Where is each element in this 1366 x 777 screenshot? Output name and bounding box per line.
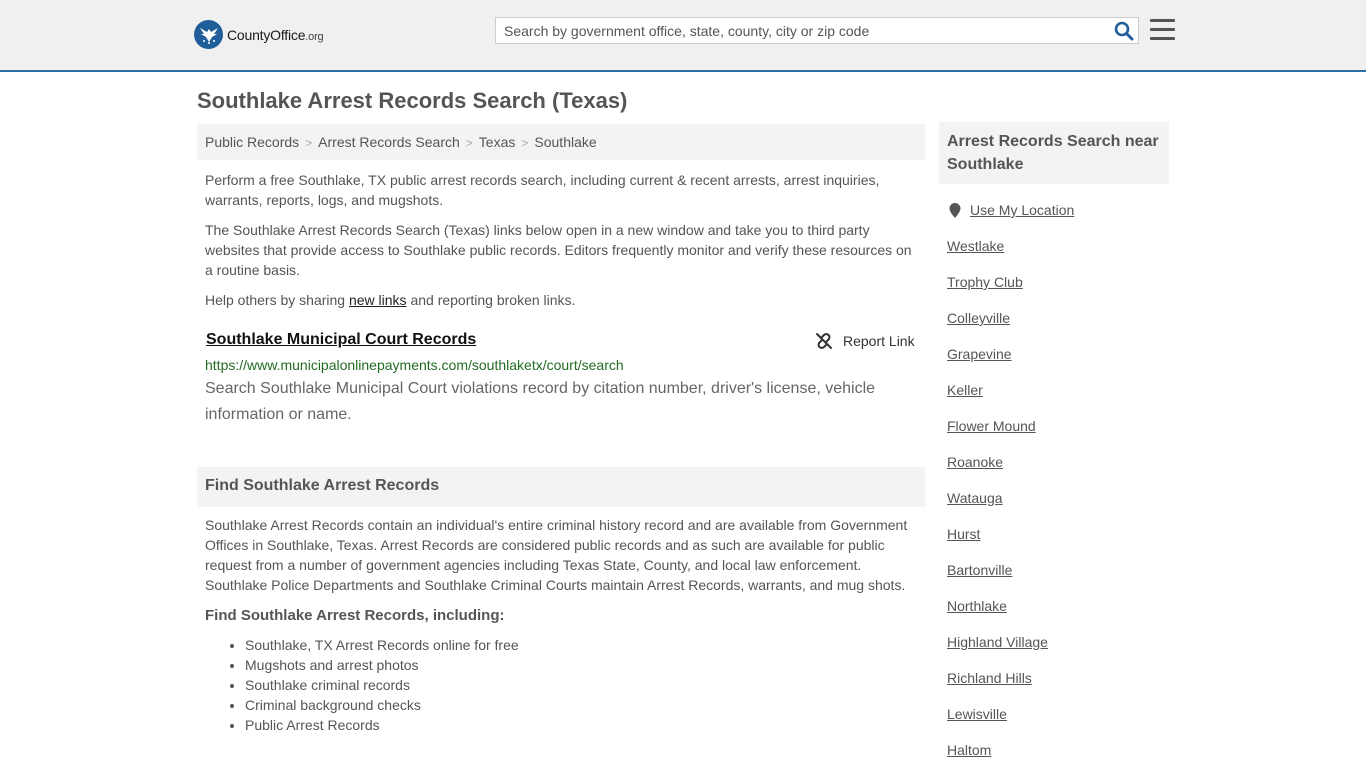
nearby-link-hurst[interactable]: Hurst: [947, 526, 980, 542]
intro-paragraph: Perform a free Southlake, TX public arre…: [205, 172, 880, 208]
list-item: Southlake, TX Arrest Records online for …: [245, 635, 519, 655]
nearby-link-colleyville[interactable]: Colleyville: [947, 310, 1010, 326]
breadcrumb-texas[interactable]: Texas: [479, 134, 516, 150]
nearby-link-haltom[interactable]: Haltom: [947, 742, 991, 758]
nearby-link-grapevine[interactable]: Grapevine: [947, 346, 1012, 362]
use-location: Use My Location: [949, 202, 1074, 218]
nearby-link-highland-village[interactable]: Highland Village: [947, 634, 1048, 650]
chevron-right-icon: >: [521, 136, 529, 150]
record-url: https://www.municipalonlinepayments.com/…: [205, 357, 624, 373]
list-item: Public Arrest Records: [245, 715, 519, 735]
report-link-button[interactable]: Report Link: [815, 332, 915, 350]
list-item: Mugshots and arrest photos: [245, 655, 519, 675]
sidebar-heading: Arrest Records Search near Southlake: [939, 122, 1169, 184]
find-section-subheading: Find Southlake Arrest Records, including…: [205, 607, 505, 624]
report-link-label: Report Link: [843, 333, 915, 349]
nearby-list: Westlake Trophy Club Colleyville Grapevi…: [947, 237, 1048, 777]
disclaimer-paragraph: The Southlake Arrest Records Search (Tex…: [205, 222, 912, 278]
hamburger-menu-icon[interactable]: [1150, 19, 1175, 41]
nearby-link-lewisville[interactable]: Lewisville: [947, 706, 1007, 722]
search-bar: [495, 17, 1139, 44]
nearby-link-richland-hills[interactable]: Richland Hills: [947, 670, 1032, 686]
find-bullet-list: Southlake, TX Arrest Records online for …: [205, 635, 519, 735]
record-title-link[interactable]: Southlake Municipal Court Records: [206, 331, 476, 349]
breadcrumb-arrest-records-search[interactable]: Arrest Records Search: [318, 134, 460, 150]
page-title: Southlake Arrest Records Search (Texas): [197, 88, 628, 113]
nearby-link-westlake[interactable]: Westlake: [947, 238, 1004, 254]
list-item: Southlake criminal records: [245, 675, 519, 695]
use-my-location-link[interactable]: Use My Location: [970, 202, 1074, 218]
breadcrumb-public-records[interactable]: Public Records: [205, 134, 299, 150]
find-section-heading: Find Southlake Arrest Records: [197, 467, 925, 507]
nearby-link-bartonville[interactable]: Bartonville: [947, 562, 1012, 578]
breadcrumb: Public Records > Arrest Records Search > Tex…: [197, 124, 925, 160]
share-paragraph: Help others by sharing new links and rep…: [205, 292, 576, 308]
nearby-link-northlake[interactable]: Northlake: [947, 598, 1007, 614]
chevron-right-icon: >: [465, 136, 473, 150]
site-logo[interactable]: CountyOffice.org: [194, 20, 324, 49]
search-icon: [1114, 21, 1134, 41]
site-header: CountyOffice.org: [0, 0, 1366, 72]
logo-wordmark: CountyOffice.org: [227, 26, 324, 43]
broken-link-icon: [816, 333, 832, 349]
list-item: Criminal background checks: [245, 695, 519, 715]
nearby-link-keller[interactable]: Keller: [947, 382, 983, 398]
new-links-link[interactable]: new links: [349, 292, 407, 308]
nearby-link-watauga[interactable]: Watauga: [947, 490, 1003, 506]
search-button[interactable]: [1114, 21, 1134, 41]
eagle-seal-icon: [194, 20, 223, 49]
map-pin-icon: [949, 202, 961, 218]
find-section-body: Southlake Arrest Records contain an indi…: [205, 517, 908, 593]
nearby-link-flower-mound[interactable]: Flower Mound: [947, 418, 1036, 434]
nearby-link-roanoke[interactable]: Roanoke: [947, 454, 1003, 470]
breadcrumb-southlake[interactable]: Southlake: [534, 134, 596, 150]
chevron-right-icon: >: [305, 136, 313, 150]
search-input[interactable]: [496, 18, 1112, 43]
nearby-link-trophy-club[interactable]: Trophy Club: [947, 274, 1023, 290]
record-description: Search Southlake Municipal Court violati…: [205, 380, 876, 423]
